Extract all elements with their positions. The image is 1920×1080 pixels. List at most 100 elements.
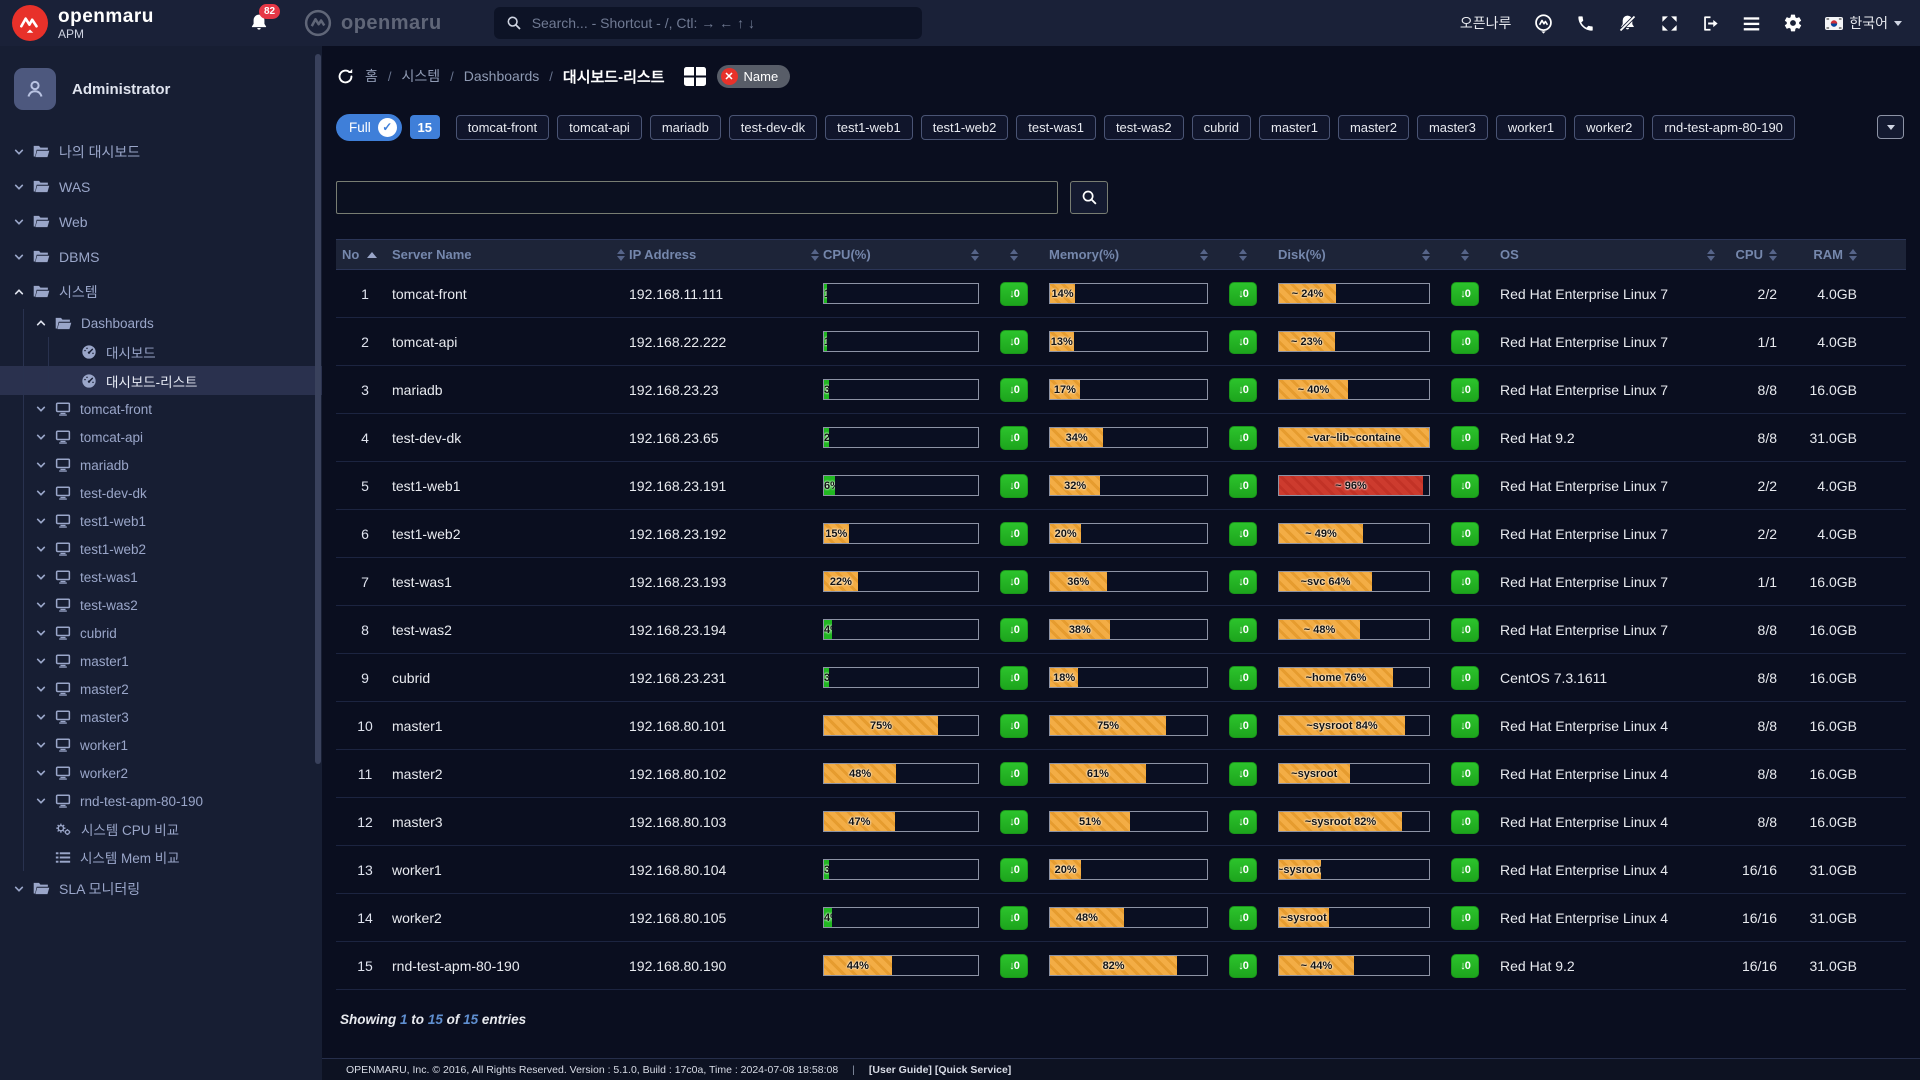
footer-links[interactable]: [User Guide] [Quick Service]	[869, 1064, 1011, 1076]
col-disk-action[interactable]	[1434, 249, 1496, 261]
scroll-to-detail-button[interactable]: ↓0	[1229, 522, 1257, 546]
table-row[interactable]: 6test1-web2192.168.23.19215%↓020%↓0~ 49%…	[336, 510, 1906, 558]
table-row[interactable]: 12master3192.168.80.10347%↓051%↓0~sysroo…	[336, 798, 1906, 846]
scroll-to-detail-button[interactable]: ↓0	[1229, 618, 1257, 642]
filter-tag[interactable]: mariadb	[650, 115, 721, 140]
table-row[interactable]: 11master2192.168.80.10248%↓061%↓0~sysroo…	[336, 750, 1906, 798]
col-os[interactable]: OS	[1500, 247, 1715, 262]
scroll-to-detail-button[interactable]: ↓0	[1229, 906, 1257, 930]
scroll-to-detail-button[interactable]: ↓0	[1000, 858, 1028, 882]
sidebar-item-test-was2[interactable]: test-was2	[0, 591, 322, 619]
bell-slash-icon[interactable]	[1617, 13, 1638, 34]
phone-icon[interactable]	[1576, 14, 1595, 33]
filter-chip-name[interactable]: ✕ Name	[717, 65, 791, 88]
apm-monitor-icon[interactable]	[1533, 13, 1554, 34]
scroll-to-detail-button[interactable]: ↓0	[1451, 378, 1479, 402]
filter-tag[interactable]: master3	[1417, 115, 1488, 140]
filter-tag[interactable]: cubrid	[1192, 115, 1251, 140]
filter-tag[interactable]: master2	[1338, 115, 1409, 140]
scroll-to-detail-button[interactable]: ↓0	[1229, 474, 1257, 498]
table-view-icon[interactable]	[683, 66, 707, 87]
scroll-to-detail-button[interactable]: ↓0	[1000, 330, 1028, 354]
filter-tag[interactable]: worker1	[1496, 115, 1566, 140]
scroll-to-detail-button[interactable]: ↓0	[1451, 474, 1479, 498]
scroll-to-detail-button[interactable]: ↓0	[1451, 858, 1479, 882]
scroll-to-detail-button[interactable]: ↓0	[1451, 330, 1479, 354]
sidebar-item-Web[interactable]: Web	[0, 204, 322, 239]
language-selector[interactable]: 한국어	[1825, 13, 1902, 33]
scroll-to-detail-button[interactable]: ↓0	[1229, 858, 1257, 882]
scroll-to-detail-button[interactable]: ↓0	[1000, 522, 1028, 546]
sidebar-item-master2[interactable]: master2	[0, 675, 322, 703]
scroll-to-detail-button[interactable]: ↓0	[1000, 474, 1028, 498]
sidebar-item-SLA-모니터링[interactable]: SLA 모니터링	[0, 871, 322, 906]
table-row[interactable]: 8test-was2192.168.23.1944%↓038%↓0~ 48%↓0…	[336, 606, 1906, 654]
scroll-to-detail-button[interactable]: ↓0	[1229, 666, 1257, 690]
settings-gear-icon[interactable]	[1783, 13, 1803, 33]
breadcrumb-system[interactable]: 시스템	[402, 66, 441, 86]
col-memory-pct[interactable]: Memory(%)	[1049, 247, 1208, 262]
sidebar-item-test-was1[interactable]: test-was1	[0, 563, 322, 591]
sidebar-item-mariadb[interactable]: mariadb	[0, 451, 322, 479]
scroll-to-detail-button[interactable]: ↓0	[1229, 570, 1257, 594]
scroll-to-detail-button[interactable]: ↓0	[1229, 330, 1257, 354]
scroll-to-detail-button[interactable]: ↓0	[1000, 906, 1028, 930]
scroll-to-detail-button[interactable]: ↓0	[1229, 378, 1257, 402]
sidebar-item-test-dev-dk[interactable]: test-dev-dk	[0, 479, 322, 507]
col-server-name[interactable]: Server Name	[392, 247, 625, 262]
filter-tag[interactable]: test1-web2	[921, 115, 1009, 140]
sidebar-item-시스템[interactable]: 시스템	[0, 274, 322, 309]
sidebar-item-master1[interactable]: master1	[0, 647, 322, 675]
table-row[interactable]: 9cubrid192.168.23.2313%↓018%↓0~home 76%↓…	[336, 654, 1906, 702]
scroll-to-detail-button[interactable]: ↓0	[1000, 762, 1028, 786]
sidebar-scrollbar[interactable]	[315, 54, 321, 764]
table-row[interactable]: 1tomcat-front192.168.11.1111%↓014%↓0~ 24…	[336, 270, 1906, 318]
breadcrumb-dashboards[interactable]: Dashboards	[464, 68, 540, 84]
sidebar-item-tomcat-api[interactable]: tomcat-api	[0, 423, 322, 451]
sidebar-item-worker2[interactable]: worker2	[0, 759, 322, 787]
breadcrumb-home[interactable]: 홈	[365, 66, 378, 86]
menu-icon[interactable]	[1742, 15, 1761, 32]
table-row[interactable]: 3mariadb192.168.23.233%↓017%↓0~ 40%↓0Red…	[336, 366, 1906, 414]
scroll-to-detail-button[interactable]: ↓0	[1000, 618, 1028, 642]
scroll-to-detail-button[interactable]: ↓0	[1451, 714, 1479, 738]
table-row[interactable]: 5test1-web1192.168.23.1916%↓032%↓0~ 96%↓…	[336, 462, 1906, 510]
col-no[interactable]: No	[342, 247, 388, 262]
scroll-to-detail-button[interactable]: ↓0	[1000, 282, 1028, 306]
scroll-to-detail-button[interactable]: ↓0	[1000, 714, 1028, 738]
table-row[interactable]: 7test-was1192.168.23.19322%↓036%↓0~svc 6…	[336, 558, 1906, 606]
scroll-to-detail-button[interactable]: ↓0	[1229, 282, 1257, 306]
scroll-to-detail-button[interactable]: ↓0	[1451, 426, 1479, 450]
scroll-to-detail-button[interactable]: ↓0	[1451, 810, 1479, 834]
sidebar-item-master3[interactable]: master3	[0, 703, 322, 731]
app-brand[interactable]: openmaru APM	[0, 5, 235, 41]
scroll-to-detail-button[interactable]: ↓0	[1229, 810, 1257, 834]
table-search-button[interactable]	[1070, 181, 1108, 214]
sidebar-item-나의-대시보드[interactable]: 나의 대시보드	[0, 134, 322, 169]
filter-tag[interactable]: master1	[1259, 115, 1330, 140]
scroll-to-detail-button[interactable]: ↓0	[1451, 906, 1479, 930]
scroll-to-detail-button[interactable]: ↓0	[1229, 762, 1257, 786]
table-row[interactable]: 2tomcat-api192.168.22.2221%↓013%↓0~ 23%↓…	[336, 318, 1906, 366]
fullscreen-icon[interactable]	[1660, 14, 1679, 33]
table-search-input[interactable]	[336, 181, 1058, 214]
sidebar-user[interactable]: Administrator	[0, 46, 322, 130]
tags-dropdown-button[interactable]	[1877, 115, 1904, 139]
sidebar-item-DBMS[interactable]: DBMS	[0, 239, 322, 274]
col-disk-pct[interactable]: Disk(%)	[1278, 247, 1430, 262]
sidebar-item-worker1[interactable]: worker1	[0, 731, 322, 759]
sign-out-icon[interactable]	[1701, 14, 1720, 33]
col-memory-action[interactable]	[1212, 249, 1274, 261]
scroll-to-detail-button[interactable]: ↓0	[1229, 426, 1257, 450]
col-ip[interactable]: IP Address	[629, 247, 819, 262]
scroll-to-detail-button[interactable]: ↓0	[1451, 522, 1479, 546]
scroll-to-detail-button[interactable]: ↓0	[1451, 618, 1479, 642]
col-ram[interactable]: RAM	[1781, 247, 1857, 262]
scroll-to-detail-button[interactable]: ↓0	[1451, 570, 1479, 594]
scroll-to-detail-button[interactable]: ↓0	[1451, 762, 1479, 786]
scroll-to-detail-button[interactable]: ↓0	[1000, 426, 1028, 450]
filter-tag[interactable]: test1-web1	[825, 115, 913, 140]
sidebar-item-tomcat-front[interactable]: tomcat-front	[0, 395, 322, 423]
sidebar-item-cubrid[interactable]: cubrid	[0, 619, 322, 647]
scroll-to-detail-button[interactable]: ↓0	[1229, 954, 1257, 978]
